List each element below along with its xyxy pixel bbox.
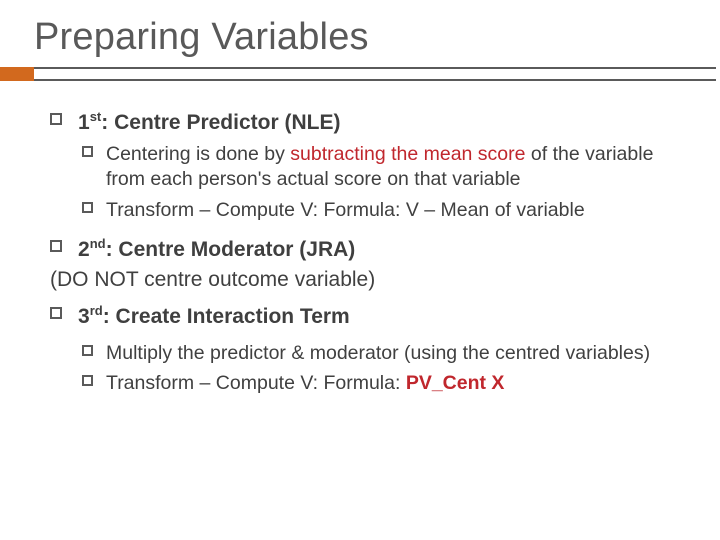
subbullet-text: Transform – Compute V: Formula: PV_Cent …: [106, 372, 504, 394]
bullet-second-text: 2nd: Centre Moderator (JRA): [78, 238, 355, 261]
title-divider: [0, 67, 720, 85]
square-bullet-icon: [50, 240, 62, 252]
square-bullet-icon: [82, 345, 93, 356]
bullet-third-text: 3rd: Create Interaction Term: [78, 305, 350, 328]
subbullet-text: Multiply the predictor & moderator (usin…: [106, 342, 650, 364]
title-rule: [34, 67, 716, 81]
slide-body: 1st: Centre Predictor (NLE) Centering is…: [0, 85, 720, 396]
accent-block: [0, 67, 34, 81]
square-bullet-icon: [82, 146, 93, 157]
square-bullet-icon: [82, 202, 93, 213]
subbullet-transform-1: Transform – Compute V: Formula: V – Mean…: [50, 198, 670, 223]
bullet-first-text: 1st: Centre Predictor (NLE): [78, 111, 340, 134]
subbullet-centering: Centering is done by subtracting the mea…: [50, 142, 670, 191]
subbullet-text: Centering is done by subtracting the mea…: [106, 143, 653, 190]
square-bullet-icon: [50, 307, 62, 319]
paren-note: (DO NOT centre outcome variable): [50, 267, 670, 293]
slide-title: Preparing Variables: [0, 0, 720, 67]
bullet-first: 1st: Centre Predictor (NLE): [50, 109, 670, 136]
square-bullet-icon: [50, 113, 62, 125]
slide: Preparing Variables 1st: Centre Predicto…: [0, 0, 720, 540]
subbullet-transform-2: Transform – Compute V: Formula: PV_Cent …: [50, 371, 670, 396]
bullet-third: 3rd: Create Interaction Term: [50, 303, 670, 330]
square-bullet-icon: [82, 375, 93, 386]
subbullet-multiply: Multiply the predictor & moderator (usin…: [50, 341, 670, 366]
subbullet-text: Transform – Compute V: Formula: V – Mean…: [106, 199, 585, 221]
bullet-second: 2nd: Centre Moderator (JRA): [50, 236, 670, 263]
